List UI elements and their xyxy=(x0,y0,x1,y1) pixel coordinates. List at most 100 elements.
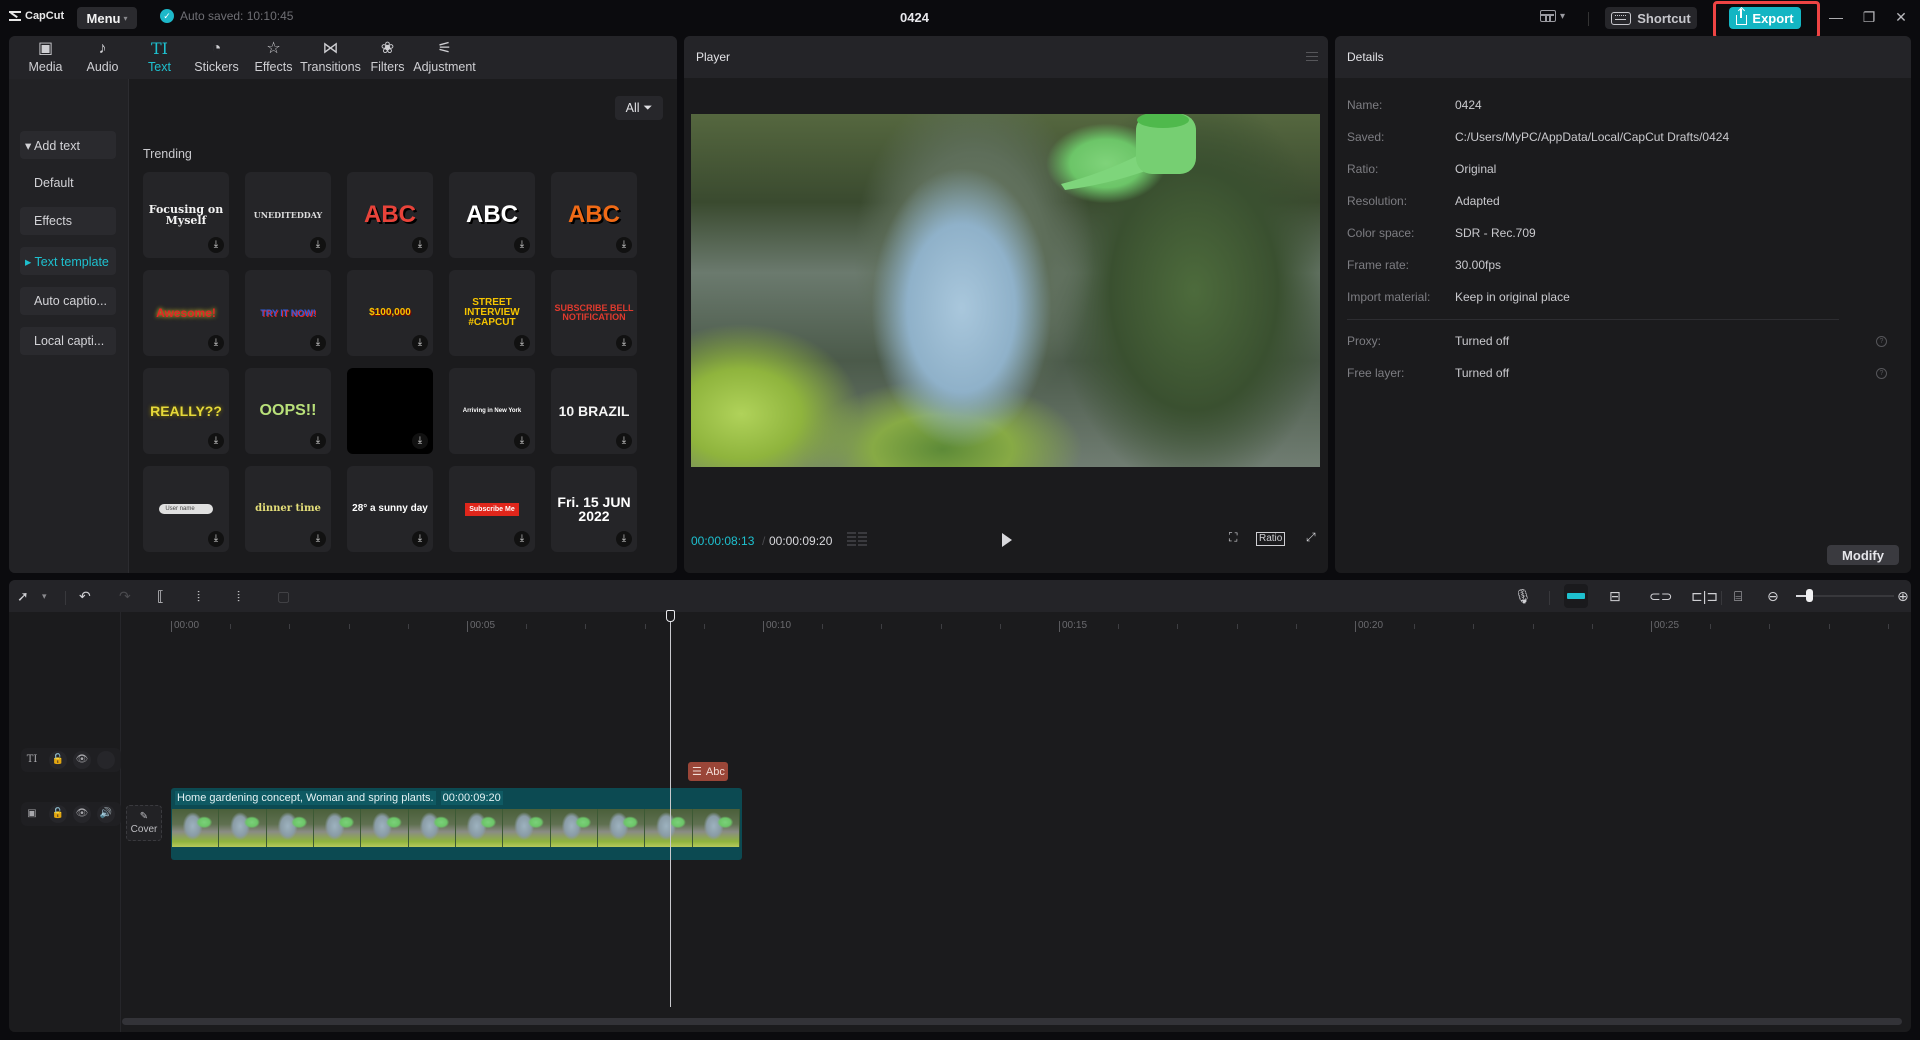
text-template-tile[interactable]: ABC ⤓ xyxy=(551,172,637,258)
text-template-tile[interactable]: 10 BRAZIL ⤓ xyxy=(551,368,637,454)
sidebar-item-label: Auto captio... xyxy=(34,294,107,308)
text-template-tile[interactable]: $100,000 ⤓ xyxy=(347,270,433,356)
video-clip[interactable]: Home gardening concept, Woman and spring… xyxy=(171,788,742,860)
download-icon[interactable]: ⤓ xyxy=(208,335,224,351)
download-icon[interactable]: ⤓ xyxy=(208,531,224,547)
sidebar-item-text-template[interactable]: ▸ Text template xyxy=(20,247,116,275)
tab-text[interactable]: TI Text xyxy=(131,36,188,79)
filter-button[interactable]: All ⏷ xyxy=(615,96,663,120)
help-icon[interactable]: ? xyxy=(1876,368,1887,379)
zoom-to-fit-icon[interactable]: ⌸ xyxy=(1734,586,1742,606)
download-icon[interactable]: ⤓ xyxy=(310,237,326,253)
text-template-tile[interactable]: Arriving in New York ⤓ xyxy=(449,368,535,454)
sidebar-item-local-captions[interactable]: Local capti... xyxy=(20,327,116,355)
download-icon[interactable]: ⤓ xyxy=(412,237,428,253)
sidebar-item-default[interactable]: Default xyxy=(20,169,116,197)
text-template-tile[interactable]: 28° a sunny day ⤓ xyxy=(347,466,433,552)
sidebar-item-auto-captions[interactable]: Auto captio... xyxy=(20,287,116,315)
split-left-icon[interactable]: ⦙ xyxy=(197,586,200,606)
hamburger-menu-icon[interactable] xyxy=(1306,52,1318,61)
time-ruler[interactable]: 00:00 00:05 00:10 00:15 00:20 00:25 xyxy=(121,612,1911,634)
download-icon[interactable]: ⤓ xyxy=(514,433,530,449)
split-right-icon[interactable]: ⦙ xyxy=(237,586,240,606)
download-icon[interactable]: ⤓ xyxy=(616,335,632,351)
text-template-tile[interactable]: TRY IT NOW! ⤓ xyxy=(245,270,331,356)
microphone-icon[interactable]: 🎙 xyxy=(1514,586,1532,606)
text-template-tile[interactable]: dinner time ⤓ xyxy=(245,466,331,552)
text-template-tile[interactable]: Fri. 15 JUN 2022 ⤓ xyxy=(551,466,637,552)
text-clip[interactable]: ☰ Abc xyxy=(688,762,728,781)
download-icon[interactable]: ⤓ xyxy=(616,433,632,449)
shortcut-button[interactable]: Shortcut xyxy=(1605,7,1697,29)
text-template-tile[interactable]: Awesome! ⤓ xyxy=(143,270,229,356)
tab-stickers[interactable]: ◔ Stickers xyxy=(188,36,245,79)
lock-icon[interactable]: 🔓 xyxy=(49,805,67,823)
eye-icon[interactable]: 👁 xyxy=(73,751,91,769)
main-track-magnet-icon[interactable] xyxy=(1564,584,1588,608)
zoom-in-icon[interactable]: ⊕ xyxy=(1897,586,1909,606)
close-button[interactable]: ✕ xyxy=(1893,9,1909,25)
sidebar-item-effects[interactable]: Effects xyxy=(20,207,116,235)
cover-button[interactable]: ✎ Cover xyxy=(126,805,162,841)
preview-axis-icon[interactable]: ⊏|⊐ xyxy=(1691,586,1718,606)
download-icon[interactable]: ⤓ xyxy=(310,531,326,547)
text-template-tile[interactable]: User name ⤓ xyxy=(143,466,229,552)
horizontal-scrollbar[interactable] xyxy=(122,1018,1902,1025)
download-icon[interactable]: ⤓ xyxy=(310,335,326,351)
minimize-button[interactable]: — xyxy=(1828,9,1844,25)
help-icon[interactable]: ? xyxy=(1876,336,1887,347)
sidebar-item-add-text[interactable]: ▾ Add text xyxy=(20,131,116,159)
text-template-tile[interactable]: OOPS!! ⤓ xyxy=(245,368,331,454)
text-template-tile[interactable]: ABC ⤓ xyxy=(449,172,535,258)
download-icon[interactable]: ⤓ xyxy=(514,335,530,351)
playhead-handle[interactable] xyxy=(666,610,676,622)
tab-transitions[interactable]: ⋈ Transitions xyxy=(300,36,361,79)
speaker-icon[interactable]: 🔊 xyxy=(97,805,115,823)
download-icon[interactable]: ⤓ xyxy=(616,531,632,547)
zoom-slider-thumb[interactable] xyxy=(1806,589,1813,602)
tab-effects[interactable]: ☆ Effects xyxy=(245,36,302,79)
play-button[interactable] xyxy=(1002,533,1012,547)
text-template-tile[interactable]: REALLY?? ⤓ xyxy=(143,368,229,454)
download-icon[interactable]: ⤓ xyxy=(208,433,224,449)
redo-icon[interactable]: ↷ xyxy=(119,586,131,606)
link-icon[interactable]: ⊂⊃ xyxy=(1649,586,1672,606)
download-icon[interactable]: ⤓ xyxy=(208,237,224,253)
text-template-tile[interactable]: UNEDITEDDAY ⤓ xyxy=(245,172,331,258)
split-icon[interactable]: ⟦ xyxy=(157,586,164,606)
zoom-out-icon[interactable]: ⊖ xyxy=(1767,586,1779,606)
video-preview[interactable] xyxy=(691,114,1320,467)
modify-button[interactable]: Modify xyxy=(1827,545,1899,565)
auto-snap-icon[interactable]: ⊟ xyxy=(1609,586,1621,606)
download-icon[interactable]: ⤓ xyxy=(514,237,530,253)
download-icon[interactable]: ⤓ xyxy=(310,433,326,449)
zoom-preview-icon[interactable]: ⛶ xyxy=(1229,530,1237,545)
tab-audio[interactable]: ♪ Audio xyxy=(74,36,131,79)
text-template-tile[interactable]: SUBSCRIBE BELL NOTIFICATION ⤓ xyxy=(551,270,637,356)
restore-button[interactable]: ❐ xyxy=(1861,9,1877,25)
text-template-tile[interactable]: Subscribe Me ⤓ xyxy=(449,466,535,552)
download-icon[interactable]: ⤓ xyxy=(616,237,632,253)
download-icon[interactable]: ⤓ xyxy=(412,433,428,449)
undo-icon[interactable]: ↶ xyxy=(79,586,91,606)
menu-button[interactable]: Menu ▾ xyxy=(77,7,137,29)
layout-button[interactable]: ▾ xyxy=(1540,10,1565,22)
ratio-button[interactable]: Ratio xyxy=(1256,532,1286,546)
playhead-line[interactable] xyxy=(670,612,672,1007)
tab-filters[interactable]: ❀ Filters xyxy=(359,36,416,79)
text-template-tile[interactable]: STREET INTERVIEW #CAPCUT ⤓ xyxy=(449,270,535,356)
download-icon[interactable]: ⤓ xyxy=(514,531,530,547)
delete-icon[interactable]: ▢ xyxy=(277,586,290,606)
text-template-tile[interactable]: Focusing on Myself ⤓ xyxy=(143,172,229,258)
tab-media[interactable]: ▣ Media xyxy=(17,36,74,79)
download-icon[interactable]: ⤓ xyxy=(412,531,428,547)
fullscreen-icon[interactable]: ⤢ xyxy=(1306,530,1316,545)
download-icon[interactable]: ⤓ xyxy=(412,335,428,351)
lock-icon[interactable]: 🔓 xyxy=(49,751,67,769)
text-template-tile[interactable]: ABC ⤓ xyxy=(347,172,433,258)
tab-adjustment[interactable]: ⚟ Adjustment xyxy=(413,36,476,79)
eye-icon[interactable]: 👁 xyxy=(73,805,91,823)
text-template-tile[interactable]: ⤓ xyxy=(347,368,433,454)
select-tool-icon[interactable]: ➚ xyxy=(17,586,29,606)
chevron-down-icon[interactable]: ▾ xyxy=(42,586,47,606)
